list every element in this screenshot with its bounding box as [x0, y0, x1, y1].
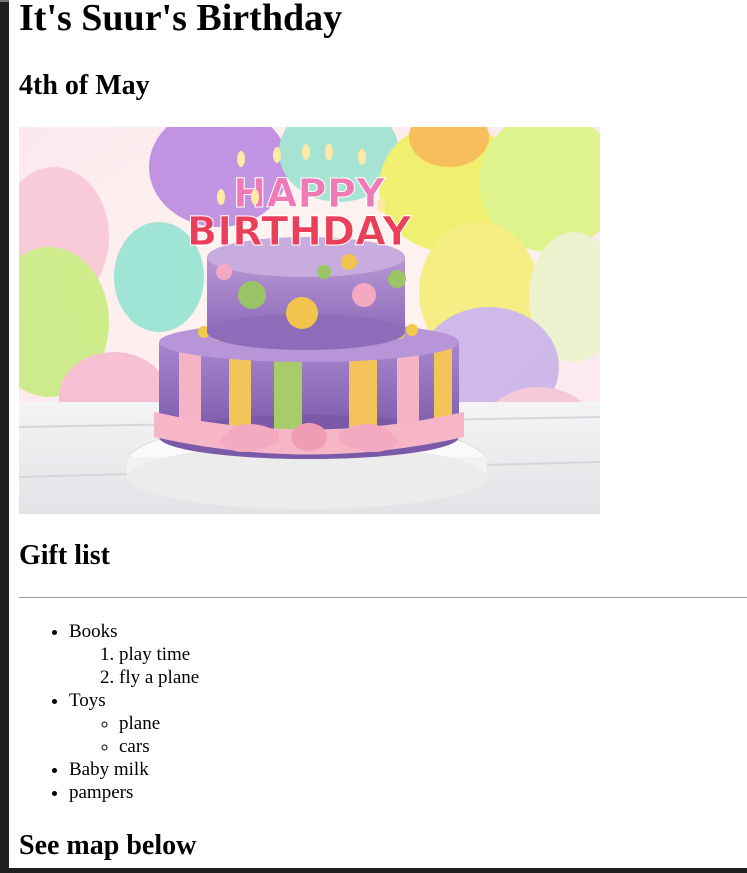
list-item: play time — [119, 643, 199, 666]
window-top-edge — [0, 0, 9, 2]
map-heading: See map below — [19, 830, 197, 861]
list-item: fly a plane — [119, 666, 199, 689]
birthday-date: 4th of May — [19, 70, 150, 101]
sub-list: plane cars — [69, 712, 199, 758]
list-item-label: Books — [69, 621, 118, 642]
page-title: It's Suur's Birthday — [19, 0, 343, 39]
birthday-cake-image: HAPPY BIRTHDAY — [19, 127, 600, 514]
list-item: Books play time fly a plane — [69, 620, 199, 689]
window-bottom-edge — [0, 868, 747, 873]
gift-list-heading: Gift list — [19, 540, 110, 571]
cake-text-bottom: BIRTHDAY — [187, 209, 412, 255]
divider — [19, 597, 747, 598]
list-item: Baby milk — [69, 758, 199, 781]
list-item: pampers — [69, 781, 199, 804]
window-left-edge — [0, 0, 9, 873]
list-item: cars — [119, 735, 199, 758]
list-item: Toys plane cars — [69, 689, 199, 758]
sub-list: play time fly a plane — [69, 643, 199, 689]
list-item: plane — [119, 712, 199, 735]
gift-list: Books play time fly a plane Toys plane c… — [19, 620, 199, 804]
page-content: It's Suur's Birthday 4th of May HAPPY BI… — [19, 0, 747, 868]
list-item-label: Toys — [69, 690, 106, 711]
